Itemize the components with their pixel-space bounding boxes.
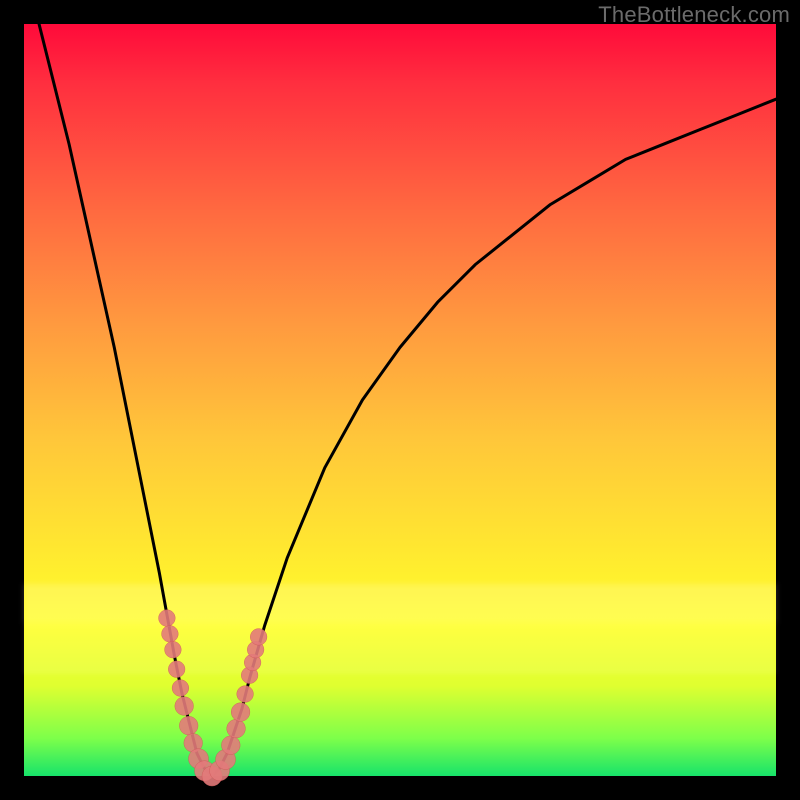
- data-marker: [162, 626, 179, 643]
- data-marker: [222, 736, 241, 755]
- data-marker: [172, 680, 189, 697]
- data-marker: [168, 661, 185, 678]
- data-marker: [237, 686, 254, 703]
- watermark-label: TheBottleneck.com: [598, 2, 790, 28]
- bottleneck-curve: [39, 24, 776, 776]
- data-marker: [250, 629, 267, 646]
- gradient-plot-area: [24, 24, 776, 776]
- bottleneck-curve-chart: [24, 24, 776, 776]
- data-marker: [165, 641, 182, 658]
- data-marker: [175, 697, 194, 716]
- data-marker: [227, 719, 246, 738]
- data-marker: [159, 610, 176, 627]
- data-marker: [231, 703, 250, 722]
- data-marker: [179, 716, 198, 735]
